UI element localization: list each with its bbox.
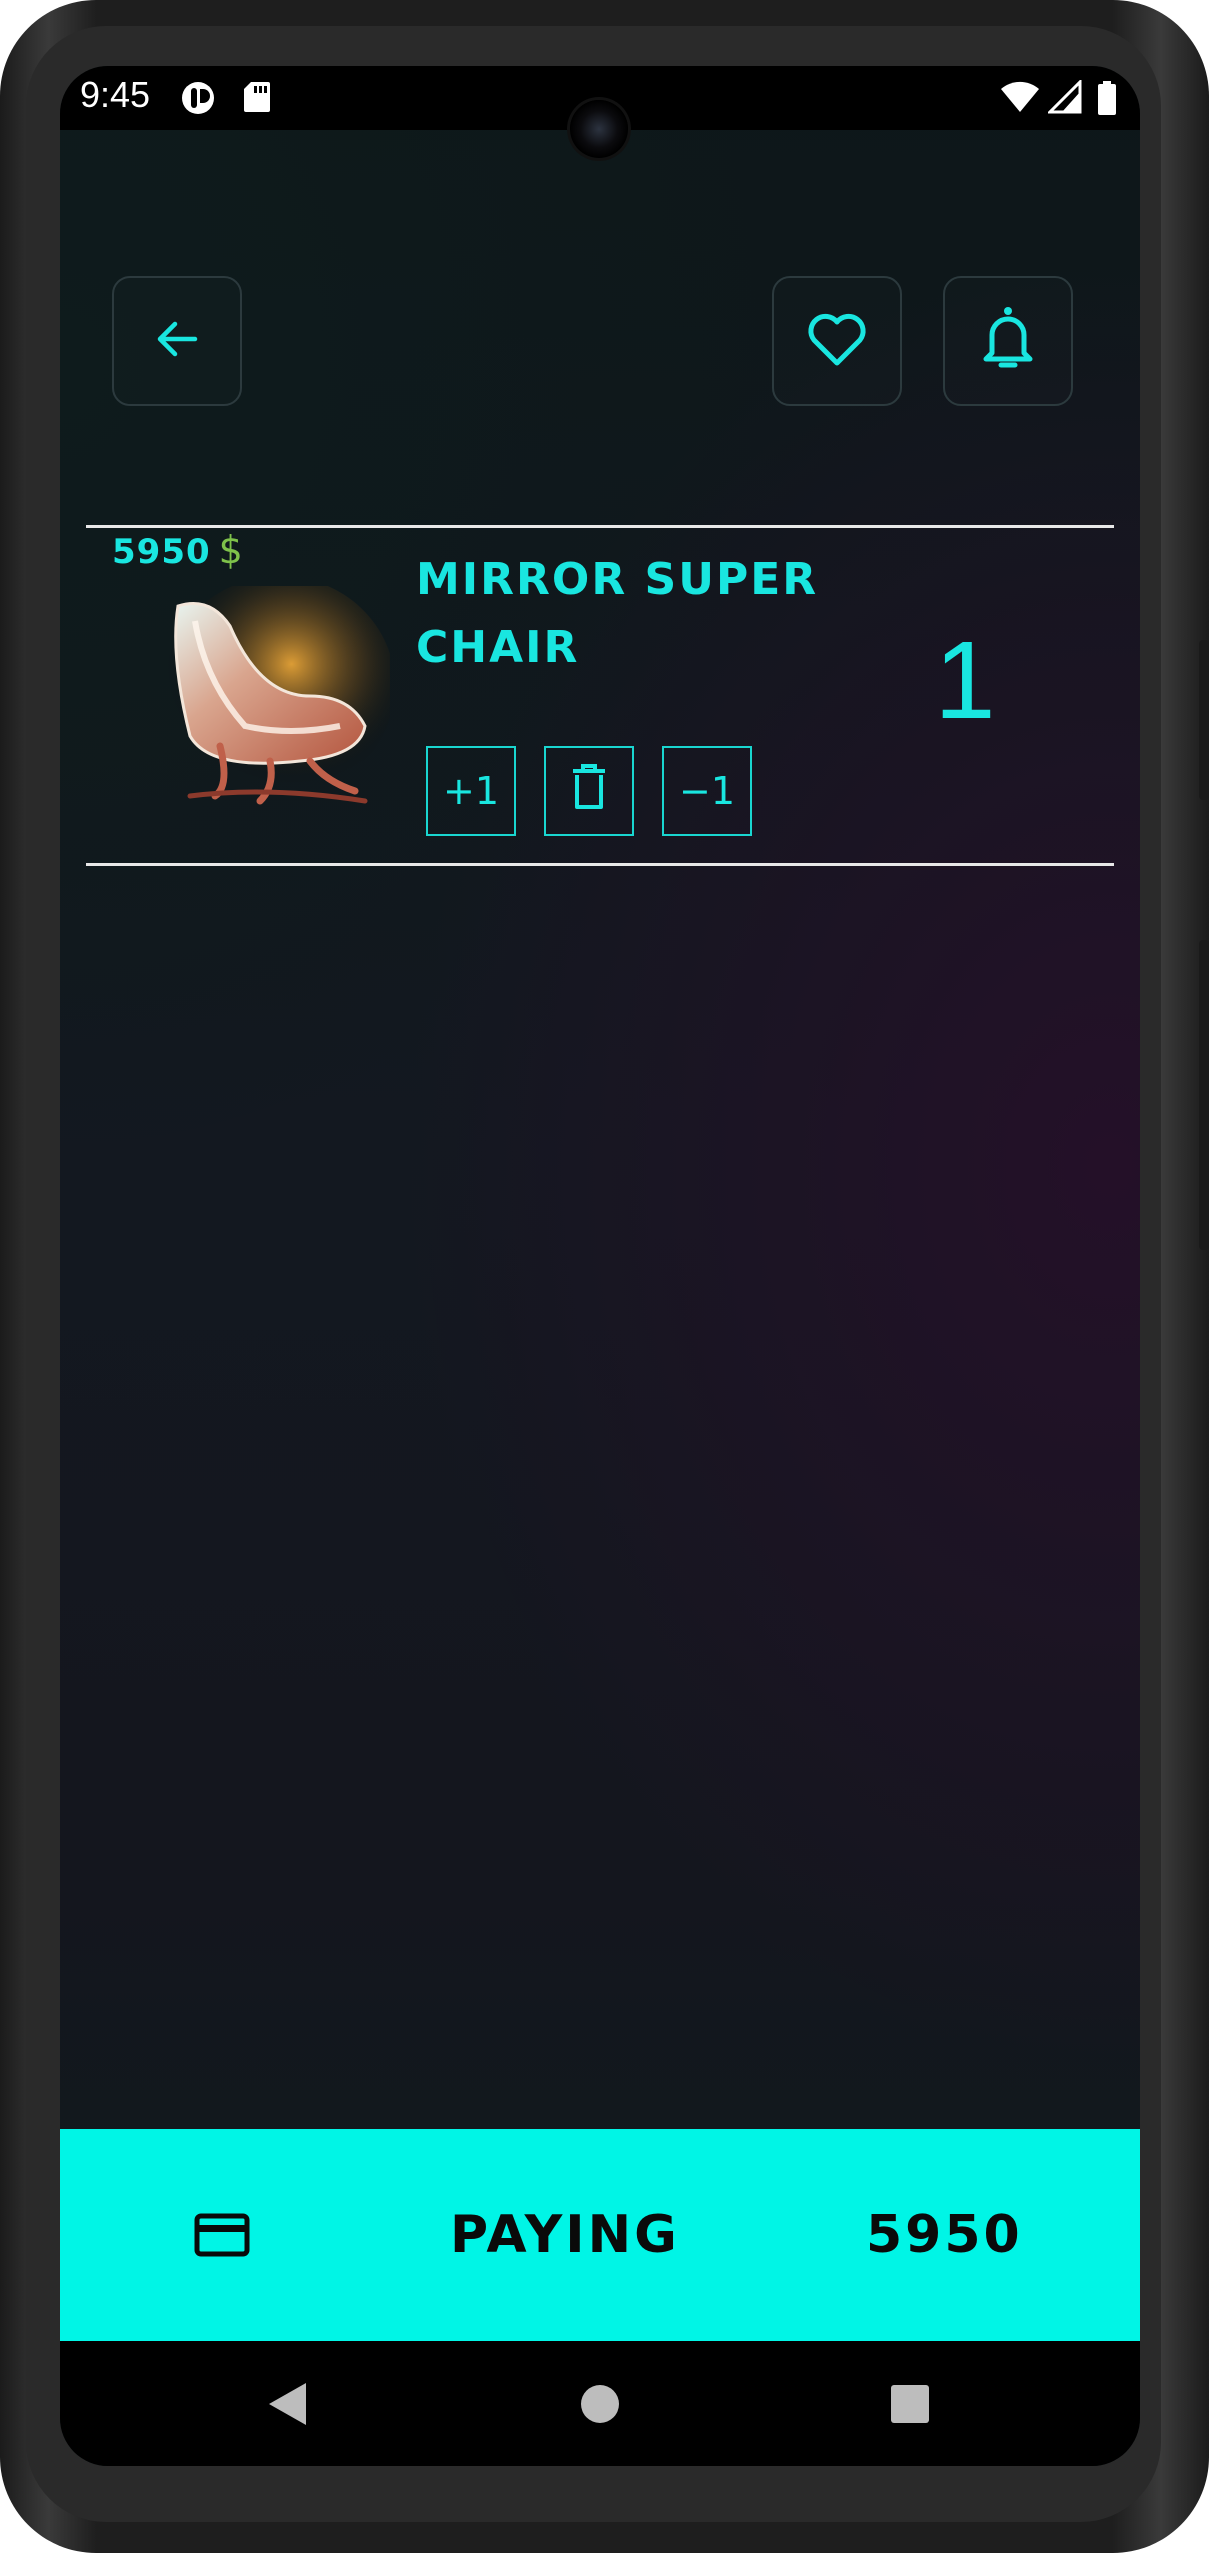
nav-home-icon[interactable] [580, 2384, 620, 2428]
volume-button [1199, 640, 1209, 800]
divider-bottom [86, 863, 1114, 866]
app-notification-icon [180, 80, 216, 120]
pay-label[interactable]: PAYING [450, 2199, 680, 2271]
power-button [1199, 940, 1209, 1250]
nav-recents-icon[interactable] [891, 2385, 929, 2427]
pay-bar[interactable]: PAYING 5950 [60, 2129, 1140, 2341]
bell-icon [978, 305, 1038, 377]
system-nav-bar [60, 2341, 1140, 2466]
delete-button[interactable] [544, 746, 634, 836]
front-camera [570, 100, 628, 158]
pay-total: 5950 [866, 2205, 1023, 2265]
heart-icon [805, 309, 869, 373]
decrement-button[interactable]: −1 [662, 746, 752, 836]
credit-card-icon [194, 2213, 250, 2261]
increment-button[interactable]: +1 [426, 746, 516, 836]
sd-card-icon [242, 80, 272, 118]
item-quantity: 1 [934, 619, 996, 742]
product-name: MIRROR SUPER CHAIR [416, 554, 819, 673]
signal-icon [1046, 78, 1082, 118]
product-image[interactable] [150, 576, 395, 816]
item-price-value: 5950 [112, 532, 211, 572]
app-screen: 9:45 5950 $ MIRROR SUPER CHAIR +1 −1 1 P… [60, 66, 1140, 2466]
nav-back-icon[interactable] [266, 2381, 310, 2431]
favorite-button[interactable] [772, 276, 902, 406]
currency-symbol: $ [218, 528, 244, 572]
item-price: 5950 $ [112, 528, 244, 572]
back-button[interactable] [112, 276, 242, 406]
trash-icon [569, 763, 609, 820]
status-time: 9:45 [80, 74, 151, 115]
arrow-back-icon [151, 313, 203, 369]
notifications-button[interactable] [943, 276, 1073, 406]
wifi-icon [1000, 80, 1040, 118]
phone-frame: 9:45 5950 $ MIRROR SUPER CHAIR +1 −1 1 P… [0, 0, 1209, 2553]
battery-icon [1096, 80, 1118, 120]
